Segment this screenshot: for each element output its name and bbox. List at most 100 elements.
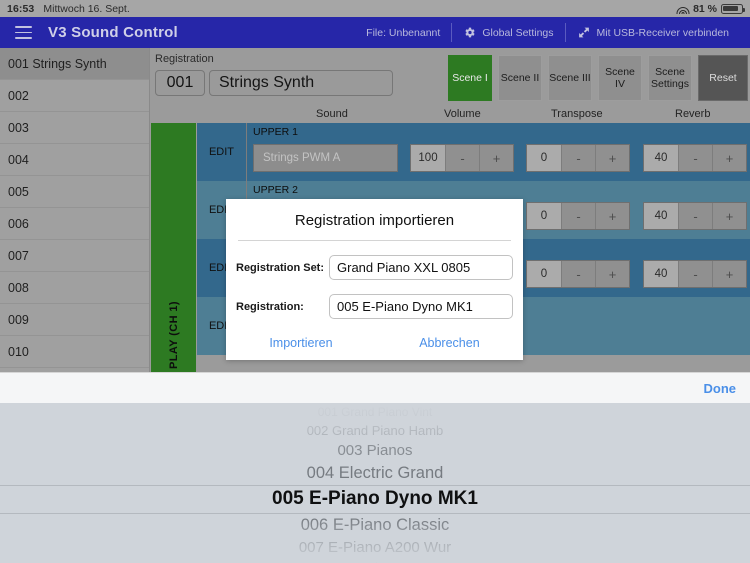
sidebar-item-006[interactable]: 006 [0, 208, 149, 240]
wifi-icon [676, 4, 690, 14]
scene-button-group: Scene I Scene II Scene III Scene IV Scen… [448, 55, 748, 101]
registration-input[interactable]: 005 E-Piano Dyno MK1 [329, 294, 513, 319]
ios-status-bar: 16:53 Mittwoch 16. Sept. 81 % [0, 0, 750, 17]
volume-stepper[interactable]: 100 - + [410, 144, 514, 172]
sidebar-item-label: 009 [8, 312, 29, 327]
scene-3-button[interactable]: Scene III [548, 55, 592, 101]
global-settings-label: Global Settings [482, 26, 554, 39]
transpose-plus-button[interactable]: + [595, 261, 629, 287]
registration-name-field[interactable]: Strings Synth [209, 70, 393, 96]
part-name-label: UPPER 2 [253, 184, 298, 196]
scene-settings-button[interactable]: Scene Settings [648, 55, 692, 101]
edit-button[interactable]: EDIT [197, 123, 247, 181]
app-root: 16:53 Mittwoch 16. Sept. 81 % V3 Sound C… [0, 0, 750, 563]
reverb-minus-button[interactable]: - [678, 261, 712, 287]
sidebar-item-002[interactable]: 002 [0, 80, 149, 112]
scene-1-button[interactable]: Scene I [448, 55, 492, 101]
import-registration-dialog: Registration importieren Registration Se… [226, 199, 523, 360]
picker-fade-top [0, 403, 750, 449]
reverb-value: 40 [644, 203, 678, 229]
reverb-plus-button[interactable]: + [712, 203, 746, 229]
reverb-stepper[interactable]: 40 - + [643, 144, 747, 172]
registration-picker-overlay: Done 001 Grand Piano Vint 002 Grand Pian… [0, 372, 750, 563]
part-name-label: UPPER 1 [253, 126, 298, 138]
volume-plus-button[interactable]: + [479, 145, 513, 171]
battery-percent: 81 % [693, 2, 717, 15]
picker-wheel[interactable]: 001 Grand Piano Vint 002 Grand Piano Ham… [0, 403, 750, 563]
transpose-stepper[interactable]: 0 - + [526, 202, 630, 230]
play-channel-column: PLAY (CH 1) [151, 123, 196, 375]
transpose-stepper[interactable]: 0 - + [526, 144, 630, 172]
transpose-minus-button[interactable]: - [561, 145, 595, 171]
sidebar-item-008[interactable]: 008 [0, 272, 149, 304]
transpose-minus-button[interactable]: - [561, 261, 595, 287]
reset-button[interactable]: Reset [698, 55, 748, 101]
connect-arrows-icon [577, 26, 591, 39]
usb-connect-button[interactable]: Mit USB-Receiver verbinden [566, 24, 740, 42]
transpose-plus-button[interactable]: + [595, 145, 629, 171]
file-name-label[interactable]: File: Unbenannt [355, 24, 451, 42]
battery-icon [721, 3, 746, 14]
sidebar-item-010[interactable]: 010 [0, 336, 149, 368]
registration-set-input[interactable]: Grand Piano XXL 0805 [329, 255, 513, 280]
status-right-group: 81 % [676, 2, 746, 15]
registration-set-row: Registration Set: Grand Piano XXL 0805 [236, 255, 513, 280]
reverb-stepper[interactable]: 40 - + [643, 202, 747, 230]
sidebar-item-004[interactable]: 004 [0, 144, 149, 176]
app-navbar: V3 Sound Control File: Unbenannt Global … [0, 17, 750, 48]
picker-item[interactable]: 004 Electric Grand [0, 461, 750, 485]
usb-connect-label: Mit USB-Receiver verbinden [596, 26, 729, 39]
reverb-minus-button[interactable]: - [678, 203, 712, 229]
scene-4-button[interactable]: Scene IV [598, 55, 642, 101]
row-body: UPPER 1 Strings PWM A 100 - + 0 - + 40 -… [247, 123, 750, 181]
reverb-plus-button[interactable]: + [712, 261, 746, 287]
reverb-stepper[interactable]: 40 - + [643, 260, 747, 288]
sound-select-field[interactable]: Strings PWM A [253, 144, 398, 172]
file-label-text: File: Unbenannt [366, 26, 441, 39]
play-channel-label: PLAY (CH 1) [167, 301, 180, 369]
transpose-value: 0 [527, 145, 561, 171]
column-header-sound: Sound [316, 108, 348, 120]
sidebar-item-005[interactable]: 005 [0, 176, 149, 208]
column-headers: Sound Volume Transpose Reverb [151, 108, 750, 123]
registration-header: Registration 001 Strings Synth Scene I S… [151, 48, 750, 108]
page-title: V3 Sound Control [48, 24, 178, 41]
navbar-right-group: File: Unbenannt Global Settings Mit USB-… [355, 17, 740, 48]
sidebar-item-007[interactable]: 007 [0, 240, 149, 272]
cancel-button[interactable]: Abbrechen [419, 336, 479, 350]
scene-2-button[interactable]: Scene II [498, 55, 542, 101]
registration-label: Registration [155, 53, 214, 65]
picker-highlight-bottom [0, 513, 750, 514]
sidebar-item-label: 007 [8, 248, 29, 263]
sidebar-item-label: 003 [8, 120, 29, 135]
registration-label: Registration: [236, 300, 304, 313]
status-time: 16:53 [7, 2, 35, 15]
dialog-title: Registration importieren [294, 212, 455, 229]
transpose-stepper[interactable]: 0 - + [526, 260, 630, 288]
picker-done-button[interactable]: Done [704, 381, 737, 396]
status-date: Mittwoch 16. Sept. [43, 2, 130, 15]
sidebar-item-001[interactable]: 001 Strings Synth [0, 48, 149, 80]
column-header-reverb: Reverb [675, 108, 711, 120]
sidebar-item-label: 005 [8, 184, 29, 199]
registration-number-field[interactable]: 001 [155, 70, 205, 96]
transpose-value: 0 [527, 261, 561, 287]
sidebar-item-003[interactable]: 003 [0, 112, 149, 144]
hamburger-menu-icon[interactable] [15, 26, 32, 39]
transpose-plus-button[interactable]: + [595, 203, 629, 229]
reverb-plus-button[interactable]: + [712, 145, 746, 171]
table-row: EDIT UPPER 1 Strings PWM A 100 - + 0 - +… [197, 123, 750, 181]
global-settings-button[interactable]: Global Settings [452, 24, 564, 42]
picker-item-selected[interactable]: 005 E-Piano Dyno MK1 [0, 485, 750, 513]
transpose-minus-button[interactable]: - [561, 203, 595, 229]
sidebar-item-009[interactable]: 009 [0, 304, 149, 336]
import-button[interactable]: Importieren [269, 336, 332, 350]
volume-minus-button[interactable]: - [445, 145, 479, 171]
sidebar-item-label: 010 [8, 344, 29, 359]
column-header-volume: Volume [444, 108, 481, 120]
reverb-value: 40 [644, 261, 678, 287]
registration-row: Registration: 005 E-Piano Dyno MK1 [236, 294, 513, 319]
reverb-minus-button[interactable]: - [678, 145, 712, 171]
registration-set-label: Registration Set: [236, 261, 325, 274]
sidebar-item-label: 006 [8, 216, 29, 231]
